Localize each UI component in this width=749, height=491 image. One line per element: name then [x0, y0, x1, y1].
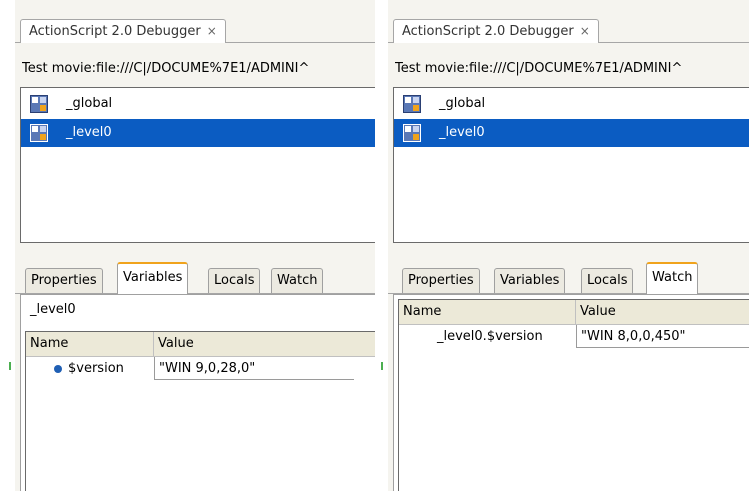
debugger-panel-left: ActionScript 2.0 Debugger × Test movie:fi… — [15, 0, 375, 491]
tree-item-level0[interactable]: _level0 — [394, 119, 749, 147]
variable-name: $version — [68, 361, 124, 376]
tree-item-global[interactable]: _global — [21, 90, 375, 118]
test-movie-path: Test movie:file:///C|/DOCUME%7E1/ADMINI^ — [22, 61, 310, 76]
watch-value: "WIN 8,0,0,450" — [576, 325, 749, 348]
tree-item-level0[interactable]: _level0 — [21, 119, 375, 147]
document-tab-strip: ActionScript 2.0 Debugger × — [15, 14, 375, 43]
document-tab-strip: ActionScript 2.0 Debugger × — [388, 14, 749, 43]
test-movie-path: Test movie:file:///C|/DOCUME%7E1/ADMINI^ — [395, 61, 683, 76]
column-header-value[interactable]: Value — [154, 332, 375, 356]
tree-item-label: _global — [439, 96, 486, 111]
column-header-name[interactable]: Name — [399, 300, 576, 324]
tree-item-label: _global — [66, 96, 113, 111]
grid-header: Name Value — [399, 300, 749, 325]
variable-row[interactable]: $version "WIN 9,0,28,0" — [26, 357, 375, 380]
edge-marker — [9, 362, 11, 370]
tab-properties[interactable]: Properties — [402, 268, 480, 293]
watch-row[interactable]: _level0.$version "WIN 8,0,0,450" — [399, 325, 749, 348]
debugger-tab[interactable]: ActionScript 2.0 Debugger × — [20, 19, 226, 43]
inspector-tabs: Properties Variables Locals Watch — [15, 260, 375, 294]
variable-value: "WIN 9,0,28,0" — [154, 357, 354, 380]
watch-name: _level0.$version — [437, 329, 543, 344]
column-header-value[interactable]: Value — [576, 300, 749, 324]
debugger-tab-label: ActionScript 2.0 Debugger — [29, 24, 201, 39]
variables-grid: Name Value $version "WIN 9,0,28,0" — [25, 331, 375, 491]
tab-properties[interactable]: Properties — [25, 268, 103, 293]
tree-item-label: _level0 — [439, 125, 485, 140]
tab-locals[interactable]: Locals — [208, 268, 261, 293]
movieclip-tree: _global _level0 — [20, 87, 375, 243]
tab-watch[interactable]: Watch — [271, 268, 324, 293]
dot-icon — [54, 365, 62, 373]
variables-pane: _level0 Name Value $version "WIN 9,0,28,… — [20, 294, 375, 491]
debugger-tab-label: ActionScript 2.0 Debugger — [402, 24, 574, 39]
column-header-name[interactable]: Name — [26, 332, 154, 356]
movieclip-icon — [30, 124, 48, 142]
movieclip-icon — [403, 95, 421, 113]
tab-watch[interactable]: Watch — [646, 262, 699, 294]
debugger-tab[interactable]: ActionScript 2.0 Debugger × — [393, 19, 599, 43]
selected-level-label: _level0 — [30, 302, 76, 317]
movieclip-icon — [30, 95, 48, 113]
tab-variables[interactable]: Variables — [494, 268, 566, 293]
debugger-panel-right: ActionScript 2.0 Debugger × Test movie:fi… — [388, 0, 749, 491]
watch-pane: Name Value _level0.$version "WIN 8,0,0,4… — [393, 294, 749, 491]
movieclip-tree: _global _level0 — [393, 87, 749, 243]
movieclip-icon — [403, 124, 421, 142]
inspector-tabs: Properties Variables Locals Watch — [388, 260, 749, 294]
grid-header: Name Value — [26, 332, 375, 357]
tab-variables[interactable]: Variables — [117, 262, 189, 294]
tree-item-label: _level0 — [66, 125, 112, 140]
close-icon[interactable]: × — [207, 24, 217, 38]
watch-grid: Name Value _level0.$version "WIN 8,0,0,4… — [398, 299, 749, 491]
edge-marker — [381, 362, 383, 370]
tab-locals[interactable]: Locals — [581, 268, 634, 293]
close-icon[interactable]: × — [580, 24, 590, 38]
tree-item-global[interactable]: _global — [394, 90, 749, 118]
